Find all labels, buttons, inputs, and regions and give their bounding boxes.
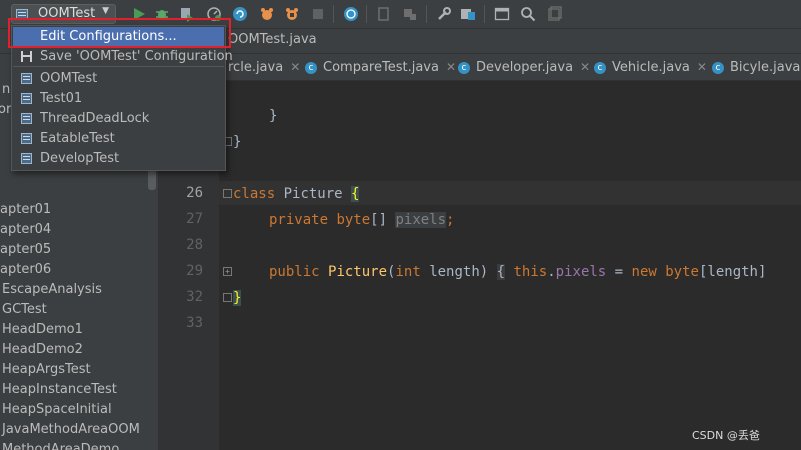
tab-label: Developer.java: [476, 60, 574, 75]
menu-separator: [13, 66, 224, 67]
fold-marker-icon[interactable]: [223, 189, 232, 198]
class-icon: c: [594, 61, 606, 74]
tab-compare-test[interactable]: c CompareTest.java ✕: [305, 54, 456, 80]
class-icon: c: [712, 61, 724, 74]
java-class-icon: [21, 113, 32, 124]
class-icon: c: [305, 61, 317, 74]
code-line-26: class Picture {: [233, 186, 360, 202]
menu-item-thread-deadlock[interactable]: ThreadDeadLock: [13, 109, 224, 129]
save-icon: [21, 51, 32, 62]
tree-item-head-demo1[interactable]: HeadDemo1: [2, 320, 83, 340]
tab-circle[interactable]: rcle.java ✕: [228, 54, 300, 80]
line-number: 27: [186, 211, 203, 227]
toolbar-separator: [484, 5, 485, 23]
recent-files-icon[interactable]: [546, 6, 562, 22]
project-structure-icon[interactable]: [376, 6, 392, 22]
tab-label: rcle.java: [228, 60, 284, 75]
java-class-icon: [21, 93, 32, 104]
code-line-inner-brace: }: [269, 108, 278, 124]
tab-bicyle[interactable]: cBicyle.java✕: [712, 54, 801, 80]
line-number: 32: [186, 289, 203, 305]
tree-item-heap-args-test[interactable]: HeapArgsTest: [2, 360, 91, 380]
tree-item-chapter05[interactable]: apter05: [0, 240, 51, 260]
tree-item-gc-test[interactable]: GCTest: [2, 300, 47, 320]
watermark: CSDN @丢爸: [692, 429, 760, 442]
tree-item-chapter06[interactable]: apter06: [0, 260, 51, 280]
stop-debugger-icon[interactable]: [284, 6, 300, 22]
tab-vehicle[interactable]: c Vehicle.java ✕: [594, 54, 707, 80]
settings-wrench-icon[interactable]: [436, 6, 452, 22]
menu-item-eatable-test[interactable]: EatableTest: [13, 129, 224, 149]
code-editor[interactable]: + } } class Picture { private byte[] pix…: [219, 81, 801, 450]
menu-item-develop-test[interactable]: DevelopTest: [13, 149, 224, 169]
breadcrumb-file[interactable]: OOMTest.java: [228, 32, 317, 47]
menu-item-test01[interactable]: Test01: [13, 89, 224, 109]
tab-label: Vehicle.java: [612, 60, 690, 75]
tree-item-chapter04[interactable]: apter04: [0, 220, 51, 240]
tree-item-partial[interactable]: or: [0, 100, 11, 120]
close-icon[interactable]: ✕: [446, 60, 456, 74]
java-class-icon: [21, 153, 32, 164]
refresh-icon[interactable]: [232, 6, 248, 22]
project-structure-folder-icon[interactable]: [460, 6, 476, 22]
java-class-icon: [21, 73, 32, 84]
close-icon[interactable]: ✕: [290, 60, 300, 74]
search-icon[interactable]: [520, 6, 536, 22]
tab-label: Bicyle.java: [730, 60, 801, 75]
code-line-32: }: [233, 290, 242, 306]
line-number: 33: [186, 315, 203, 331]
tree-item-heap-instance-test[interactable]: HeapInstanceTest: [2, 380, 117, 400]
stop-icon[interactable]: [310, 6, 326, 22]
terminal-icon[interactable]: [494, 6, 510, 22]
tab-label: CompareTest.java: [323, 60, 439, 75]
menu-item-save-configuration[interactable]: Save 'OOMTest' Configuration: [13, 47, 233, 67]
line-number: 29: [186, 263, 203, 279]
attach-debugger-icon[interactable]: [259, 6, 275, 22]
chevron-down-icon: ▼: [102, 6, 109, 16]
tree-item-chapter01[interactable]: apter01: [0, 200, 51, 220]
toolbar-separator: [366, 5, 367, 23]
code-line-outer-brace: }: [233, 134, 242, 150]
tab-developer[interactable]: c Developer.java ✕: [458, 54, 590, 80]
code-line-27: private byte[] pixels;: [269, 212, 455, 228]
tree-item-escape-analysis[interactable]: EscapeAnalysis: [2, 280, 102, 300]
editor-tabs: rcle.java ✕ c CompareTest.java ✕ c Developer…: [159, 54, 801, 81]
line-number: 26: [186, 185, 203, 201]
close-icon[interactable]: ✕: [697, 60, 707, 74]
tree-item-method-area-demo[interactable]: MethodAreaDemo: [2, 440, 119, 450]
menu-item-oomtest[interactable]: OOMTest: [13, 69, 224, 89]
java-class-icon: [21, 133, 32, 144]
fold-marker-icon[interactable]: [223, 293, 232, 302]
sdk-icon[interactable]: [402, 6, 418, 22]
tree-item-heap-space-initial[interactable]: HeapSpaceInitial: [2, 400, 112, 420]
line-number: 28: [186, 237, 203, 253]
code-line-29: public Picture(int length) { this.pixels…: [269, 264, 767, 280]
class-icon: c: [458, 61, 470, 74]
toolbar-separator: [333, 5, 334, 23]
tree-item-java-method-area-oom[interactable]: JavaMethodAreaOOM: [2, 420, 140, 440]
close-icon[interactable]: ✕: [580, 60, 590, 74]
annotation-highlight-box: [8, 18, 231, 48]
help-icon[interactable]: [343, 6, 359, 22]
tree-item-head-demo2[interactable]: HeadDemo2: [2, 340, 83, 360]
fold-expand-icon[interactable]: +: [223, 267, 232, 276]
toolbar-separator: [426, 5, 427, 23]
